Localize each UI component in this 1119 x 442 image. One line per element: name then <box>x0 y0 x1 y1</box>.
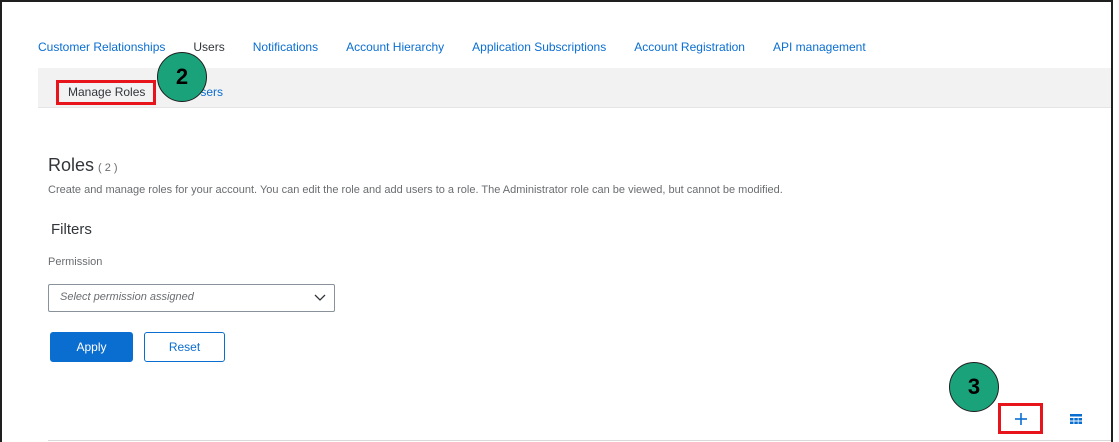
nav-account-hierarchy[interactable]: Account Hierarchy <box>346 40 444 54</box>
nav-users[interactable]: Users <box>193 40 224 54</box>
table-divider <box>48 440 1111 441</box>
roles-count: ( 2 ) <box>98 162 118 174</box>
roles-description: Create and manage roles for your account… <box>48 184 783 196</box>
top-nav: Customer Relationships Users Notificatio… <box>38 36 894 58</box>
apply-button[interactable]: Apply <box>50 332 133 362</box>
chevron-down-icon <box>314 294 326 301</box>
permission-placeholder: Select permission assigned <box>60 291 194 303</box>
nav-api-management[interactable]: API management <box>773 40 866 54</box>
page-title: Roles( 2 ) <box>48 155 118 176</box>
permission-select[interactable]: Select permission assigned <box>48 284 335 312</box>
manage-roles-highlight <box>56 80 156 105</box>
filters-heading: Filters <box>51 221 92 238</box>
roles-title: Roles <box>48 155 95 175</box>
reset-button[interactable]: Reset <box>144 332 225 362</box>
nav-application-subscriptions[interactable]: Application Subscriptions <box>472 40 606 54</box>
nav-account-registration[interactable]: Account Registration <box>634 40 745 54</box>
add-role-button[interactable] <box>998 403 1043 434</box>
step-3-badge: 3 <box>949 362 999 412</box>
table-settings-icon[interactable] <box>1068 411 1084 427</box>
permission-label: Permission <box>48 256 103 268</box>
plus-icon <box>1014 412 1027 425</box>
nav-customer-relationships[interactable]: Customer Relationships <box>38 40 165 54</box>
step-2-badge: 2 <box>157 52 207 102</box>
nav-notifications[interactable]: Notifications <box>253 40 318 54</box>
